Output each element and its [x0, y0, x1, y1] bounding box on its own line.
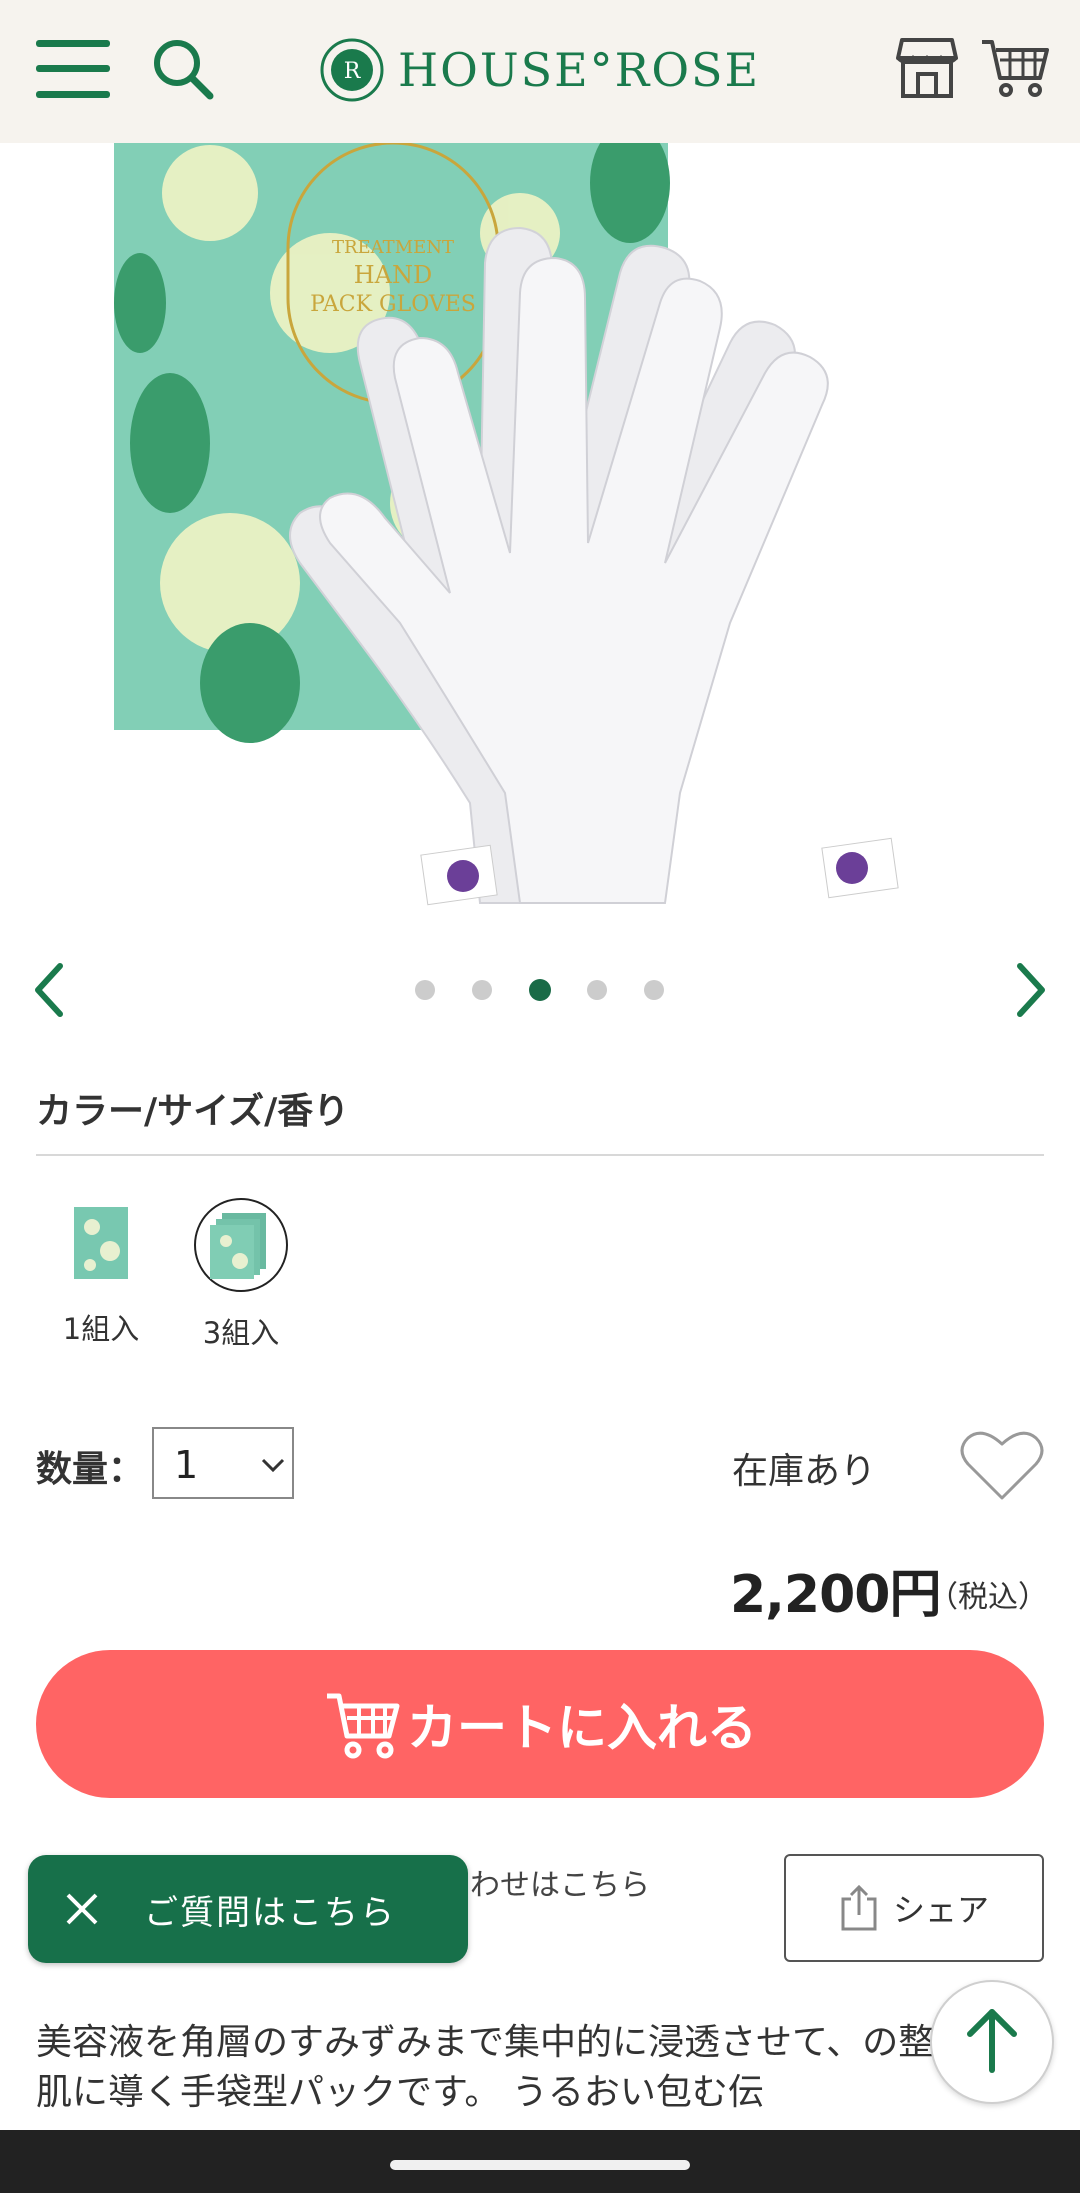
store-icon[interactable] — [896, 36, 958, 100]
add-to-cart-button[interactable]: カートに入れる — [36, 1650, 1044, 1798]
svg-text:HAND: HAND — [354, 261, 433, 289]
next-image-chevron-right-icon[interactable] — [1010, 960, 1050, 1020]
carousel-dot[interactable] — [644, 980, 664, 1000]
heart-icon[interactable] — [958, 1428, 1046, 1504]
product-photo: TREATMENT HAND PACK GLOVES — [114, 143, 899, 906]
add-to-cart-label: カートに入れる — [407, 1699, 757, 1757]
inquiry-link[interactable]: わせはこちら — [470, 1860, 650, 1904]
logo-text: HOUSE°ROSE — [398, 43, 761, 97]
hamburger-menu-icon[interactable] — [36, 40, 110, 98]
brand-seal-icon: R — [320, 38, 384, 102]
tax-note: （税込） — [928, 1580, 1048, 1615]
brand-logo[interactable]: R HOUSE°ROSE — [320, 30, 770, 110]
scroll-to-top-arrow-up-icon[interactable] — [930, 1980, 1054, 2104]
variant-option-2[interactable]: 3組入 — [186, 1198, 296, 1352]
carousel-dot[interactable] — [587, 980, 607, 1000]
cart-icon — [327, 1693, 400, 1759]
home-gesture-handle[interactable] — [390, 2160, 690, 2170]
quantity-label: 数量： — [36, 1449, 145, 1490]
svg-text:PACK GLOVES: PACK GLOVES — [310, 292, 476, 317]
share-icon — [841, 1884, 877, 1931]
question-chat-button[interactable]: ご質問はこちら — [28, 1855, 468, 1963]
variant-label: 1組入 — [62, 1312, 140, 1346]
carousel-dot[interactable] — [415, 980, 435, 1000]
question-label: ご質問はこちら — [144, 1892, 396, 1933]
variant-thumbnail-selected — [194, 1198, 288, 1292]
carousel-pagination — [410, 979, 670, 1002]
close-icon[interactable] — [62, 1889, 102, 1929]
variant-thumbnail — [56, 1198, 146, 1288]
product-image-gallery[interactable]: TREATMENT HAND PACK GLOVES — [0, 143, 1080, 938]
variant-section-title: カラー/サイズ/香り — [36, 1091, 350, 1132]
variant-option-1[interactable]: 1組入 — [46, 1198, 156, 1348]
quantity-value: 1 — [174, 1443, 199, 1487]
stock-status: 在庫あり — [732, 1451, 877, 1492]
svg-text:TREATMENT: TREATMENT — [332, 237, 454, 258]
cart-icon[interactable] — [980, 36, 1050, 100]
search-icon[interactable] — [150, 36, 216, 102]
quantity-select[interactable]: 1 — [152, 1427, 294, 1499]
variant-label: 3組入 — [202, 1316, 280, 1350]
site-header: R HOUSE°ROSE — [0, 0, 1080, 143]
share-button[interactable]: シェア — [784, 1854, 1044, 1962]
chevron-down-icon — [261, 1458, 285, 1473]
price: 2,200円 — [730, 1565, 941, 1625]
share-label: シェア — [892, 1891, 989, 1929]
previous-image-chevron-left-icon[interactable] — [30, 960, 70, 1020]
carousel-dot[interactable] — [472, 980, 492, 1000]
divider — [36, 1154, 1044, 1156]
carousel-dot-active[interactable] — [529, 979, 551, 1001]
svg-text:R: R — [344, 59, 362, 84]
product-description: 美容液を角層のすみずみまで集中的に浸透させて、の整った手肌に導く手袋型パックです… — [36, 2022, 1043, 2113]
